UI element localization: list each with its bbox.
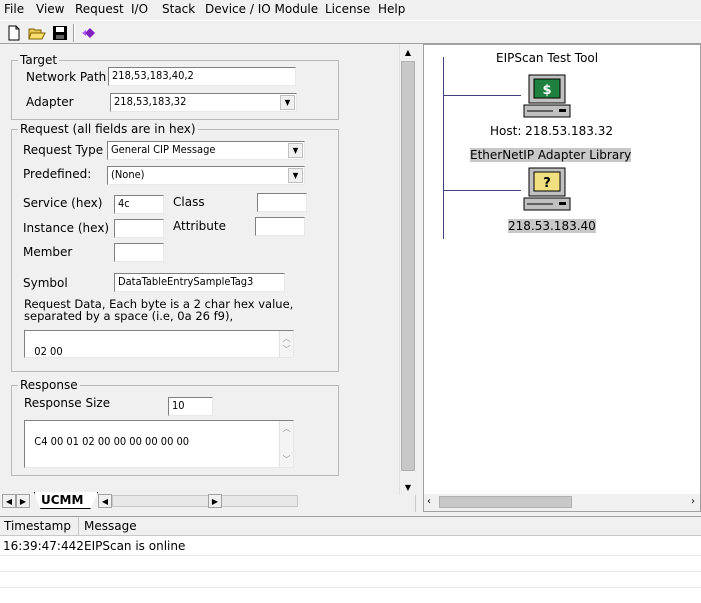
menu-device-io-module[interactable]: Device / IO Module [205,2,318,16]
request-data-note-line2: separated by a space (i.e, 0a 26 f9), [24,309,234,323]
network-path-label: Network Path [26,70,107,84]
log-column-message[interactable]: Message [84,519,137,533]
adapter-select-value: 218,53,183,32 [114,95,187,108]
menu-view[interactable]: View [36,2,64,16]
member-label: Member [23,245,73,259]
log-header: Timestamp Message [0,517,701,536]
chevron-down-icon[interactable]: ▼ [288,168,303,183]
class-input[interactable] [257,193,307,212]
adapter-label: Adapter [26,95,74,109]
tab-scroll-right-icon[interactable]: ▶ [16,494,30,508]
adapter-ip-label[interactable]: 218.53.183.40 [508,219,596,233]
tree-horizontal-scrollbar[interactable]: ‹ › [424,494,700,511]
scroll-left-icon[interactable]: ‹ [427,496,431,507]
root-node-title: EIPScan Test Tool [496,51,599,65]
symbol-input[interactable]: DataTableEntrySampleTag3 [114,273,285,292]
tab-ucmm[interactable]: UCMM [34,492,98,509]
log-row-timestamp: 16:39:47:442 [3,539,84,553]
svg-text:?: ? [543,176,551,191]
menu-request[interactable]: Request [75,2,124,16]
service-label: Service (hex) [23,196,103,210]
adapter-computer-icon[interactable]: ? [523,167,573,216]
target-legend: Target [20,53,58,67]
predefined-value: (None) [111,168,145,181]
log-panel: Timestamp Message 16:39:47:442 EIPScan i… [0,516,701,603]
member-input[interactable] [114,243,164,262]
tree-connector-host [443,95,521,96]
log-row-message: EIPScan is online [84,539,186,553]
response-size-label: Response Size [24,396,111,410]
menu-bar: File View Request I/O Stack Device / IO … [0,0,701,20]
tree-connector-vertical [443,57,444,239]
class-label: Class [173,195,205,209]
request-type-value: General CIP Message [111,143,216,156]
request-data-value: 02 00 [34,345,63,358]
predefined-select[interactable]: (None) ▼ [107,166,305,185]
svg-text:$: $ [542,83,551,98]
response-data-textarea[interactable]: C4 00 01 02 00 00 00 00 00 00 ︿ ﹀ [24,420,294,468]
response-data-value: C4 00 01 02 00 00 00 00 00 00 [34,435,190,448]
predefined-label: Predefined: [23,167,92,181]
diamond-icon[interactable] [79,24,97,42]
left-pane-vertical-scrollbar[interactable]: ▲ ▼ [399,44,416,495]
menu-file[interactable]: File [4,2,24,16]
chevron-down-icon[interactable]: ▼ [280,95,295,110]
scroll-up-arrow-icon[interactable]: ▲ [400,44,416,60]
request-legend: Request (all fields are in hex) [20,122,196,136]
chevron-down-icon[interactable]: ▼ [288,143,303,158]
tab-scroll-left-icon[interactable]: ◀ [2,494,16,508]
log-row-divider [0,571,701,572]
device-tree-pane: EIPScan Test Tool $ Host: 218.53.183.32 … [423,44,701,512]
instance-input[interactable] [114,219,164,238]
scroll-down-icon[interactable]: ﹀ [283,454,291,465]
symbol-label: Symbol [23,276,68,290]
scroll-right-icon[interactable]: › [691,496,695,507]
scroll-up-icon[interactable]: ︿ [283,333,291,344]
scroll-down-icon[interactable]: ﹀ [283,344,291,355]
tab-strip: ◀ ▶ UCMM ◀ ▶ [0,492,399,512]
attribute-label: Attribute [173,219,226,233]
response-legend: Response [20,378,78,392]
adapter-node-title[interactable]: EtherNetIP Adapter Library [470,148,632,162]
request-data-textarea[interactable]: 02 00 ︿ ﹀ [24,330,294,358]
response-data-scrollbar[interactable]: ︿ ﹀ [279,421,293,467]
response-size-input[interactable]: 10 [168,397,213,416]
toolbar-separator [73,24,75,42]
save-disk-icon[interactable] [51,24,69,42]
menu-stack[interactable]: Stack [162,2,195,16]
menu-io[interactable]: I/O [131,2,148,16]
log-row-divider [0,555,701,556]
tree-scrollbar-thumb[interactable] [439,496,572,508]
scrollbar-thumb[interactable] [401,61,415,471]
request-type-label: Request Type [23,143,104,157]
attribute-input[interactable] [255,217,305,236]
scanner-computer-icon[interactable]: $ [523,74,573,123]
tab-hscroll-right-icon[interactable]: ▶ [208,494,222,508]
network-path-input[interactable]: 218,53,183,40,2 [108,67,296,86]
toolbar [0,20,701,44]
host-label[interactable]: Host: 218.53.183.32 [490,124,613,138]
tab-horizontal-scrollbar[interactable] [112,495,298,507]
request-data-scrollbar[interactable]: ︿ ﹀ [279,331,293,357]
tree-connector-adapter [443,190,521,191]
log-row-divider [0,587,701,588]
scroll-down-arrow-icon[interactable]: ▼ [400,479,416,495]
open-folder-icon[interactable] [28,24,46,42]
tab-hscroll-left-icon[interactable]: ◀ [98,494,112,508]
log-column-timestamp[interactable]: Timestamp [4,519,71,533]
request-type-select[interactable]: General CIP Message ▼ [107,141,305,160]
log-column-divider[interactable] [78,517,79,535]
new-file-icon[interactable] [5,24,23,42]
instance-label: Instance (hex) [23,221,110,235]
service-input[interactable]: 4c [114,195,164,214]
menu-license[interactable]: License [325,2,370,16]
scroll-up-icon[interactable]: ︿ [283,423,291,434]
menu-help[interactable]: Help [378,2,405,16]
adapter-select[interactable]: 218,53,183,32 ▼ [110,93,297,112]
